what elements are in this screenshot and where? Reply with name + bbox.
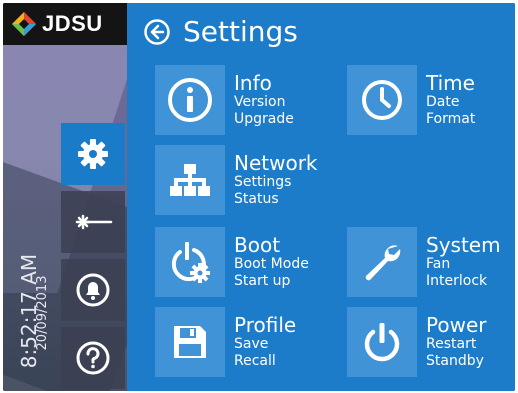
floppy-icon	[174, 326, 206, 358]
gear-icon	[78, 139, 108, 169]
tile-title: Power	[426, 313, 487, 337]
tile-network[interactable]: Network Settings Status	[155, 145, 318, 215]
tile-subtitle: Save	[234, 336, 269, 352]
clock-date: 20/09/2013	[35, 275, 50, 351]
tile-info[interactable]: Info Version Upgrade	[155, 65, 294, 135]
laser-icon	[75, 214, 113, 230]
tile-title: Info	[234, 71, 272, 95]
tile-power[interactable]: Power Restart Standby	[347, 307, 486, 377]
info-icon	[168, 78, 212, 122]
tile-subtitle: Date	[426, 94, 460, 110]
clock-icon	[362, 80, 402, 120]
nav-alarm-button[interactable]	[61, 259, 125, 321]
nav-laser-button[interactable]	[61, 191, 125, 253]
tile-subtitle: Interlock	[426, 273, 488, 289]
page-title: Settings	[183, 15, 298, 48]
tile-boot[interactable]: Boot Boot Mode Start up	[155, 227, 309, 297]
tile-subtitle: Standby	[426, 353, 484, 369]
back-arrow-icon[interactable]	[143, 18, 171, 46]
tile-subtitle: Boot Mode	[234, 256, 309, 272]
tile-icon-box	[155, 145, 225, 215]
wrench-icon	[365, 245, 401, 281]
bell-icon	[76, 273, 110, 307]
brand-name: JDSU	[42, 11, 103, 36]
tile-subtitle: Format	[426, 111, 476, 127]
tile-text: Info Version Upgrade	[234, 72, 294, 128]
tile-title: Profile	[234, 313, 297, 337]
nav-settings-button[interactable]	[61, 123, 125, 185]
tile-text: System Fan Interlock	[426, 234, 501, 290]
tile-icon-box	[347, 307, 417, 377]
tile-text: Boot Boot Mode Start up	[234, 234, 309, 290]
tile-icon-box	[155, 307, 225, 377]
tile-title: Boot	[234, 233, 281, 257]
tile-profile[interactable]: Profile Save Recall	[155, 307, 296, 377]
boot-icon	[171, 242, 210, 283]
tile-title: System	[426, 233, 501, 257]
brand-bar: JDSU	[3, 3, 127, 45]
tile-subtitle: Settings	[234, 174, 292, 190]
tile-icon-box	[155, 227, 225, 297]
tile-title: Network	[234, 151, 318, 175]
tile-subtitle: Restart	[426, 336, 477, 352]
settings-panel: Settings Info Version Upgrade Time Date …	[127, 3, 515, 391]
network-icon	[170, 164, 210, 196]
tile-time[interactable]: Time Date Format	[347, 65, 475, 135]
tile-system[interactable]: System Fan Interlock	[347, 227, 501, 297]
tile-text: Power Restart Standby	[426, 314, 486, 370]
tile-text: Network Settings Status	[234, 152, 318, 208]
page-header: Settings	[143, 15, 298, 48]
tile-subtitle: Start up	[234, 273, 291, 289]
tile-icon-box	[155, 65, 225, 135]
tile-subtitle: Version	[234, 94, 286, 110]
tile-subtitle: Fan	[426, 256, 451, 272]
tile-icon-box	[347, 227, 417, 297]
help-icon	[76, 341, 110, 375]
tile-text: Profile Save Recall	[234, 314, 296, 370]
tile-subtitle: Upgrade	[234, 111, 294, 127]
tile-text: Time Date Format	[426, 72, 475, 128]
tile-subtitle: Status	[234, 191, 279, 207]
status-clock: 8:52:17 AM 20/09/2013	[9, 254, 53, 385]
jdsu-logo-icon	[12, 12, 36, 36]
device-screen: JDSU 8:52:17 AM 20/09/2013 Settings Info…	[3, 3, 515, 391]
tile-icon-box	[347, 65, 417, 135]
power-icon	[364, 323, 400, 362]
tile-subtitle: Recall	[234, 353, 276, 369]
nav-help-button[interactable]	[61, 327, 125, 389]
tile-title: Time	[426, 71, 475, 95]
side-rail: JDSU 8:52:17 AM 20/09/2013	[3, 3, 127, 391]
